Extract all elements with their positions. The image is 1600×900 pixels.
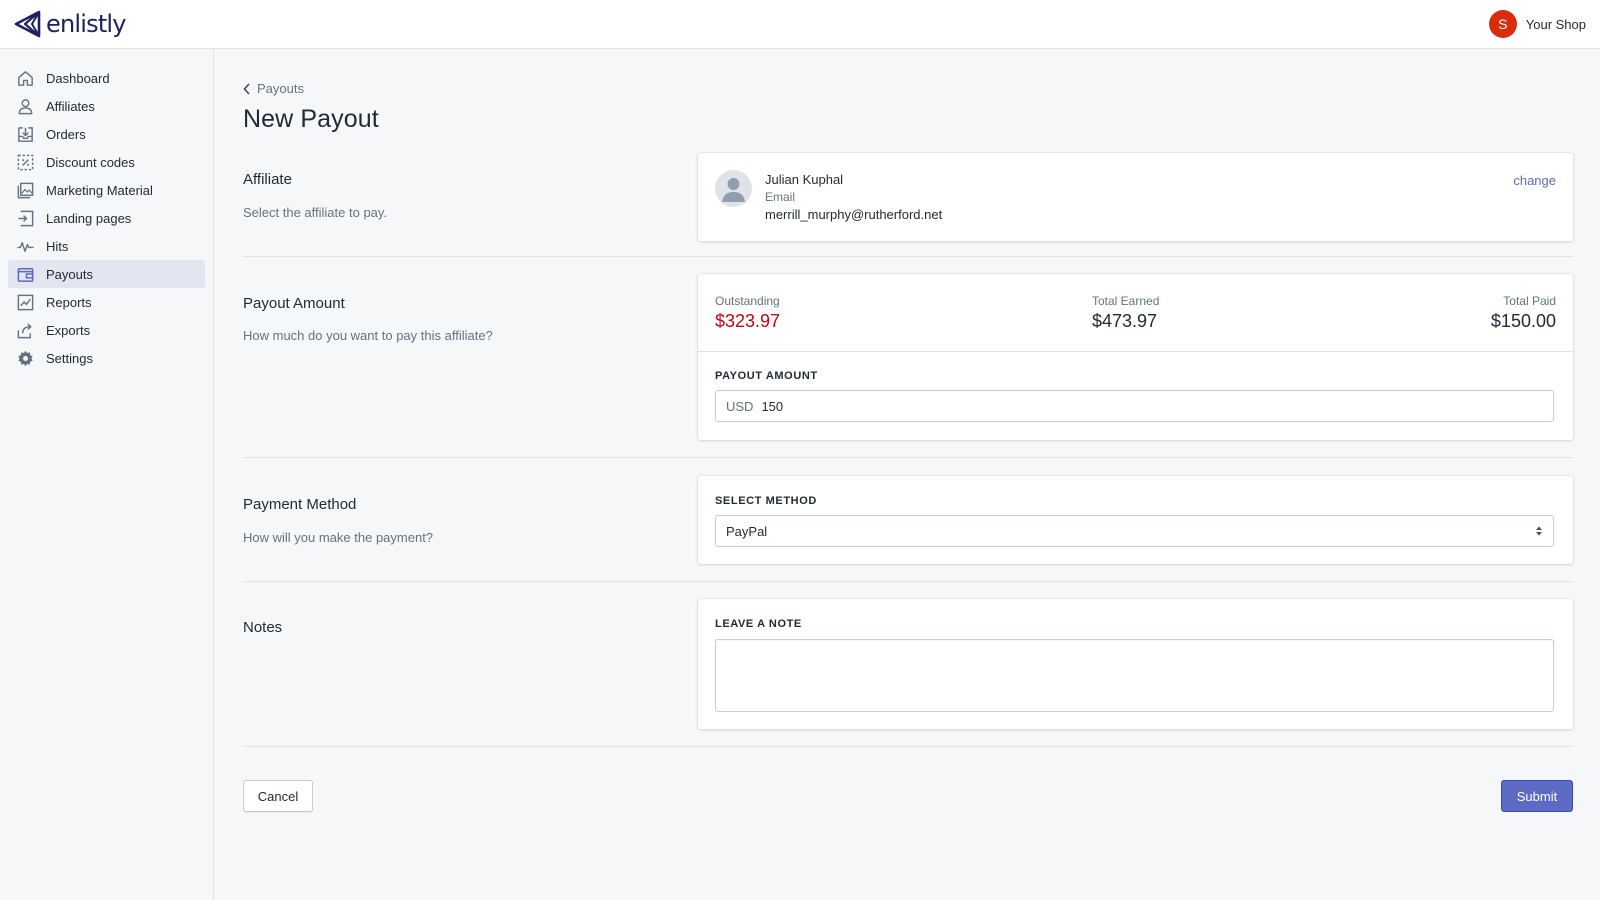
payment-method-card: SELECT METHOD PayPal bbox=[698, 476, 1573, 564]
sidebar-item-label: Exports bbox=[46, 322, 91, 338]
brand-name: enlistly bbox=[46, 10, 127, 38]
payout-amount-input[interactable]: 150 bbox=[761, 399, 783, 414]
landing-icon bbox=[15, 208, 35, 228]
home-icon bbox=[15, 68, 35, 88]
sidebar-item-reports[interactable]: Reports bbox=[8, 288, 205, 316]
activity-icon bbox=[15, 236, 35, 256]
person-icon bbox=[15, 96, 35, 116]
payment-method-select[interactable]: PayPal bbox=[715, 515, 1554, 547]
orders-icon bbox=[15, 124, 35, 144]
outstanding-value: $323.97 bbox=[715, 311, 781, 331]
sidebar-item-orders[interactable]: Orders bbox=[8, 120, 205, 148]
payout-amount-section-title: Payout Amount bbox=[243, 295, 345, 312]
sidebar-item-exports[interactable]: Exports bbox=[8, 316, 205, 344]
chart-icon bbox=[15, 292, 35, 312]
affiliate-section-title: Affiliate bbox=[243, 171, 292, 188]
discount-icon bbox=[15, 152, 35, 172]
payment-method-section-title: Payment Method bbox=[243, 496, 357, 513]
affiliate-email-label: Email bbox=[765, 190, 796, 204]
payout-amount-label: PAYOUT AMOUNT bbox=[715, 370, 818, 382]
sidebar-item-label: Dashboard bbox=[46, 70, 110, 86]
sidebar-item-label: Hits bbox=[46, 238, 69, 254]
brand-logo[interactable]: enlistly bbox=[14, 10, 127, 38]
payout-amount-section-description: How much do you want to pay this affilia… bbox=[243, 328, 493, 343]
gear-icon bbox=[15, 348, 35, 368]
sidebar-item-label: Settings bbox=[46, 350, 93, 366]
submit-button[interactable]: Submit bbox=[1501, 780, 1573, 812]
sidebar-item-dashboard[interactable]: Dashboard bbox=[8, 64, 205, 92]
avatar: S bbox=[1488, 10, 1517, 38]
section-divider bbox=[243, 256, 1573, 257]
cancel-button[interactable]: Cancel bbox=[243, 780, 313, 812]
wallet-icon bbox=[15, 264, 35, 284]
currency-prefix: USD bbox=[726, 398, 754, 414]
export-icon bbox=[15, 320, 35, 340]
sidebar-item-landing-pages[interactable]: Landing pages bbox=[8, 204, 205, 232]
top-bar: enlistly S Your Shop bbox=[0, 0, 1600, 49]
total-earned-value: $473.97 bbox=[1092, 311, 1158, 331]
notes-section-title: Notes bbox=[243, 619, 283, 636]
user-placeholder-icon bbox=[722, 178, 745, 202]
sidebar-item-label: Marketing Material bbox=[46, 182, 153, 198]
shop-name: Your Shop bbox=[1525, 16, 1586, 32]
affiliate-email: merrill_murphy@rutherford.net bbox=[765, 207, 943, 222]
total-paid-label: Total Paid bbox=[1503, 294, 1556, 308]
selected-method: PayPal bbox=[726, 523, 768, 539]
note-textarea[interactable] bbox=[715, 639, 1554, 712]
leave-note-label: LEAVE A NOTE bbox=[715, 618, 802, 630]
sidebar-item-label: Orders bbox=[46, 126, 86, 142]
payment-method-section-description: How will you make the payment? bbox=[243, 530, 434, 545]
affiliate-section-description: Select the affiliate to pay. bbox=[243, 205, 388, 220]
total-paid-value: $150.00 bbox=[1490, 311, 1556, 331]
sidebar-item-label: Reports bbox=[46, 294, 92, 310]
section-divider bbox=[243, 746, 1573, 747]
sidebar-item-hits[interactable]: Hits bbox=[8, 232, 205, 260]
shop-menu[interactable]: S Your Shop bbox=[1488, 10, 1586, 38]
image-icon bbox=[15, 180, 35, 200]
outstanding-label: Outstanding bbox=[715, 294, 780, 308]
sidebar-item-label: Affiliates bbox=[46, 98, 95, 114]
sidebar-item-payouts[interactable]: Payouts bbox=[8, 260, 205, 288]
page-title: New Payout bbox=[243, 105, 379, 133]
payout-amount-field[interactable]: USD 150 bbox=[715, 390, 1554, 422]
select-method-label: SELECT METHOD bbox=[715, 495, 817, 507]
select-arrows-icon bbox=[1536, 526, 1542, 536]
affiliate-avatar bbox=[715, 170, 752, 207]
section-divider bbox=[243, 457, 1573, 458]
section-divider bbox=[243, 581, 1573, 582]
affiliate-card: Julian Kuphal Email merrill_murphy@ruthe… bbox=[698, 153, 1573, 241]
total-earned-label: Total Earned bbox=[1092, 294, 1160, 308]
sidebar-item-label: Payouts bbox=[46, 266, 93, 282]
payout-amount-card: Outstanding $323.97 Total Earned $473.97… bbox=[698, 274, 1573, 440]
notes-card: LEAVE A NOTE bbox=[698, 599, 1573, 729]
sidebar-item-label: Landing pages bbox=[46, 210, 132, 226]
card-divider bbox=[698, 351, 1573, 352]
affiliate-name: Julian Kuphal bbox=[765, 172, 844, 187]
enlistly-logo-icon bbox=[14, 10, 41, 38]
sidebar: Dashboard Affiliates Orders Discount cod… bbox=[0, 49, 214, 900]
change-affiliate-link[interactable]: change bbox=[1513, 173, 1556, 188]
breadcrumb-label: Payouts bbox=[257, 81, 304, 96]
sidebar-item-label: Discount codes bbox=[46, 154, 135, 170]
chevron-left-icon bbox=[243, 82, 250, 95]
sidebar-item-settings[interactable]: Settings bbox=[8, 344, 205, 372]
sidebar-item-affiliates[interactable]: Affiliates bbox=[8, 92, 205, 120]
sidebar-item-marketing-material[interactable]: Marketing Material bbox=[8, 176, 205, 204]
breadcrumb[interactable]: Payouts bbox=[243, 81, 304, 96]
sidebar-item-discount-codes[interactable]: Discount codes bbox=[8, 148, 205, 176]
